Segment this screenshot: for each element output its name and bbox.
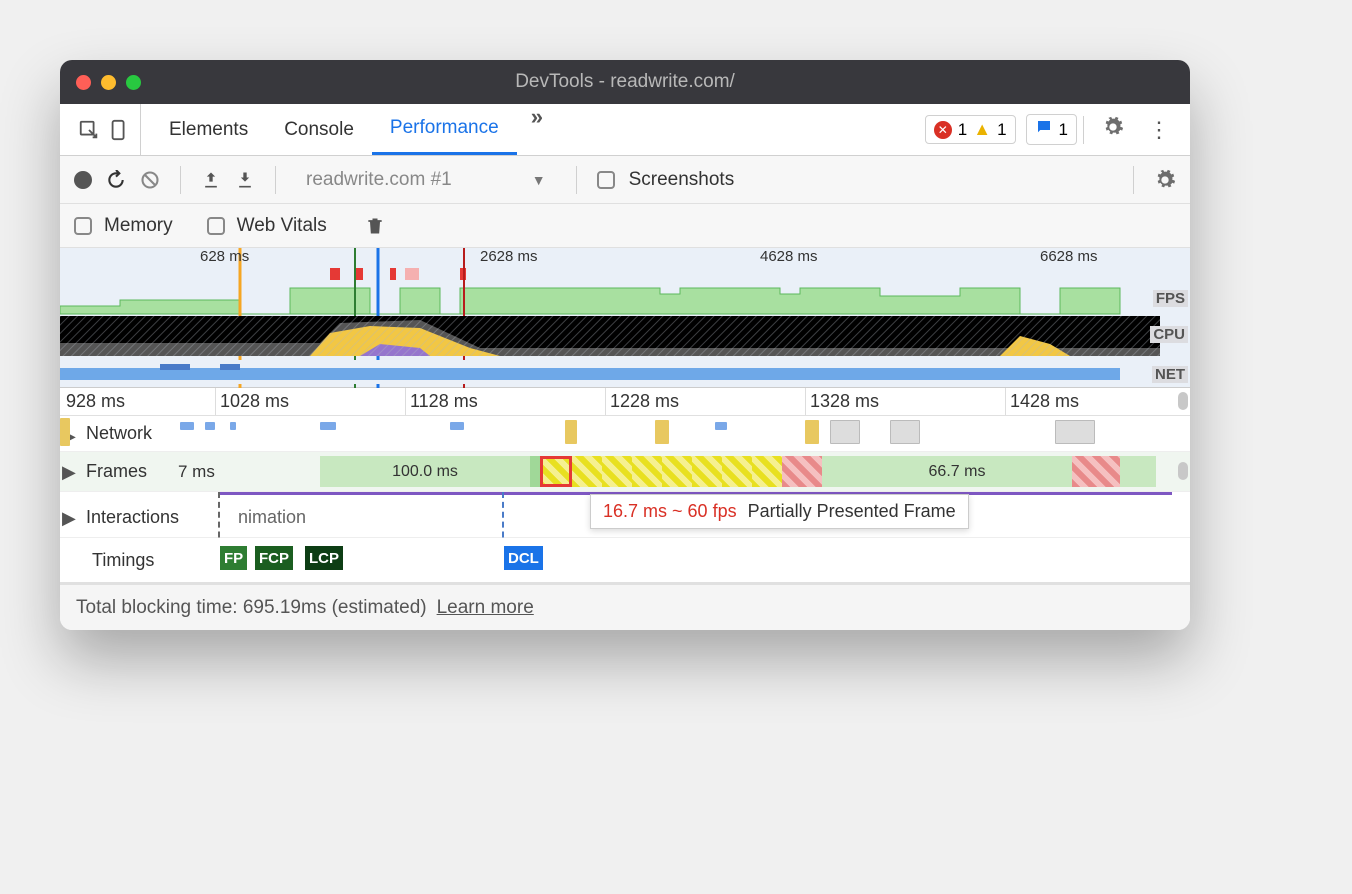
tooltip-text: Partially Presented Frame (748, 501, 956, 521)
garbage-collect-button[interactable] (365, 215, 385, 237)
animation-label-fragment: nimation (238, 507, 306, 528)
tooltip-time: 16.7 ms ~ 60 fps (603, 501, 737, 521)
scrollbar-thumb[interactable] (1178, 392, 1188, 410)
more-tabs-icon[interactable]: » (517, 104, 557, 155)
screenshots-label: Screenshots (629, 169, 735, 191)
fps-lane-label: FPS (1153, 290, 1188, 307)
timing-lcp[interactable]: LCP (305, 546, 343, 570)
messages-badge[interactable]: 1 (1026, 114, 1077, 145)
interactions-track-label: Interactions (86, 507, 179, 528)
cpu-lane-label: CPU (1150, 326, 1188, 343)
memory-label: Memory (104, 215, 173, 237)
minimize-icon[interactable] (101, 75, 116, 90)
device-toggle-icon[interactable] (108, 119, 130, 141)
net-lane-label: NET (1152, 366, 1188, 383)
devtools-window: DevTools - readwrite.com/ Elements Conso… (60, 60, 1190, 630)
frame-block[interactable] (692, 456, 722, 487)
timing-fp[interactable]: FP (220, 546, 247, 570)
upload-profile-button[interactable] (201, 170, 221, 190)
overview-tick: 6628 ms (1040, 248, 1098, 265)
frame-block[interactable]: 100.0 ms (320, 456, 530, 487)
clear-button[interactable] (140, 170, 160, 190)
learn-more-link[interactable]: Learn more (437, 597, 534, 619)
reload-button[interactable] (106, 170, 126, 190)
message-icon (1035, 118, 1053, 141)
overview-tick: 2628 ms (480, 248, 538, 265)
frame-block[interactable] (822, 456, 882, 487)
blocking-time-text: Total blocking time: 695.19ms (estimated… (76, 597, 427, 619)
frame-block[interactable] (722, 456, 752, 487)
inspect-element-icon[interactable] (78, 119, 100, 141)
frame-block[interactable] (632, 456, 662, 487)
profile-selector-label: readwrite.com #1 (306, 169, 452, 191)
frame-block[interactable] (530, 456, 540, 487)
frame-tooltip: 16.7 ms ~ 60 fps Partially Presented Fra… (590, 494, 969, 529)
frame-block[interactable] (602, 456, 632, 487)
ruler-tick: 1428 ms (1010, 391, 1079, 412)
ruler-tick: 1028 ms (220, 391, 289, 412)
frame-block[interactable] (752, 456, 782, 487)
ruler-tick: 1128 ms (410, 391, 478, 412)
network-track[interactable]: ▶ Network (60, 416, 1190, 452)
screenshots-checkbox[interactable] (597, 171, 615, 189)
overview-minimap[interactable]: 628 ms 2628 ms 4628 ms 6628 ms FPS CPU N… (60, 248, 1190, 388)
settings-icon[interactable] (1090, 116, 1136, 144)
tab-elements[interactable]: Elements (151, 104, 266, 155)
timing-fcp[interactable]: FCP (255, 546, 293, 570)
frame-block[interactable] (782, 456, 822, 487)
webvitals-label: Web Vitals (237, 215, 327, 237)
ruler-tick: 1328 ms (810, 391, 879, 412)
warning-icon: ▲ (973, 119, 991, 140)
perf-toolbar: readwrite.com #1 ▼ Screenshots (60, 156, 1190, 204)
main-tabbar: Elements Console Performance » ✕ 1 ▲ 1 1 (60, 104, 1190, 156)
chevron-down-icon: ▼ (532, 172, 546, 188)
tab-performance[interactable]: Performance (372, 104, 517, 155)
timings-track-label: Timings (92, 550, 154, 571)
frame-block-selected[interactable] (540, 456, 572, 487)
timings-track[interactable]: Timings FP FCP LCP DCL (60, 538, 1190, 582)
capture-settings-icon[interactable] (1154, 169, 1176, 191)
record-button[interactable] (74, 171, 92, 189)
kebab-menu-icon[interactable]: ⋮ (1136, 117, 1182, 143)
message-count: 1 (1059, 120, 1068, 140)
frame-block[interactable] (1072, 456, 1120, 487)
traffic-lights (76, 75, 141, 90)
frames-track[interactable]: ▶ Frames 7 ms 100.0 ms 66.7 ms (60, 452, 1190, 492)
timeline-ruler[interactable]: 928 ms 1028 ms 1128 ms 1228 ms 1328 ms 1… (60, 388, 1190, 416)
overview-tick: 628 ms (200, 248, 249, 265)
memory-checkbox[interactable] (74, 217, 92, 235)
overview-tick: 4628 ms (760, 248, 818, 265)
window-title: DevTools - readwrite.com/ (515, 71, 735, 93)
frame-block[interactable] (1120, 456, 1156, 487)
tab-console[interactable]: Console (266, 104, 372, 155)
timeline-panel[interactable]: 928 ms 1028 ms 1128 ms 1228 ms 1328 ms 1… (60, 388, 1190, 582)
ruler-tick: 1228 ms (610, 391, 679, 412)
warning-count: 1 (997, 120, 1006, 140)
error-warning-badge[interactable]: ✕ 1 ▲ 1 (925, 115, 1016, 144)
close-icon[interactable] (76, 75, 91, 90)
profile-selector[interactable]: readwrite.com #1 ▼ (296, 169, 556, 191)
scrollbar-thumb[interactable] (1178, 462, 1188, 480)
frame-block[interactable] (1032, 456, 1072, 487)
error-count: 1 (958, 120, 967, 140)
webvitals-checkbox[interactable] (207, 217, 225, 235)
zoom-icon[interactable] (126, 75, 141, 90)
frame-block[interactable] (662, 456, 692, 487)
ruler-tick: 928 ms (66, 391, 125, 412)
download-profile-button[interactable] (235, 170, 255, 190)
timing-dcl[interactable]: DCL (504, 546, 543, 570)
perf-toolbar-2: Memory Web Vitals (60, 204, 1190, 248)
frame-block[interactable] (572, 456, 602, 487)
titlebar: DevTools - readwrite.com/ (60, 60, 1190, 104)
status-footer: Total blocking time: 695.19ms (estimated… (60, 582, 1190, 630)
frame-block[interactable]: 66.7 ms (882, 456, 1032, 487)
error-icon: ✕ (934, 121, 952, 139)
expand-icon[interactable]: ▶ (62, 508, 76, 529)
